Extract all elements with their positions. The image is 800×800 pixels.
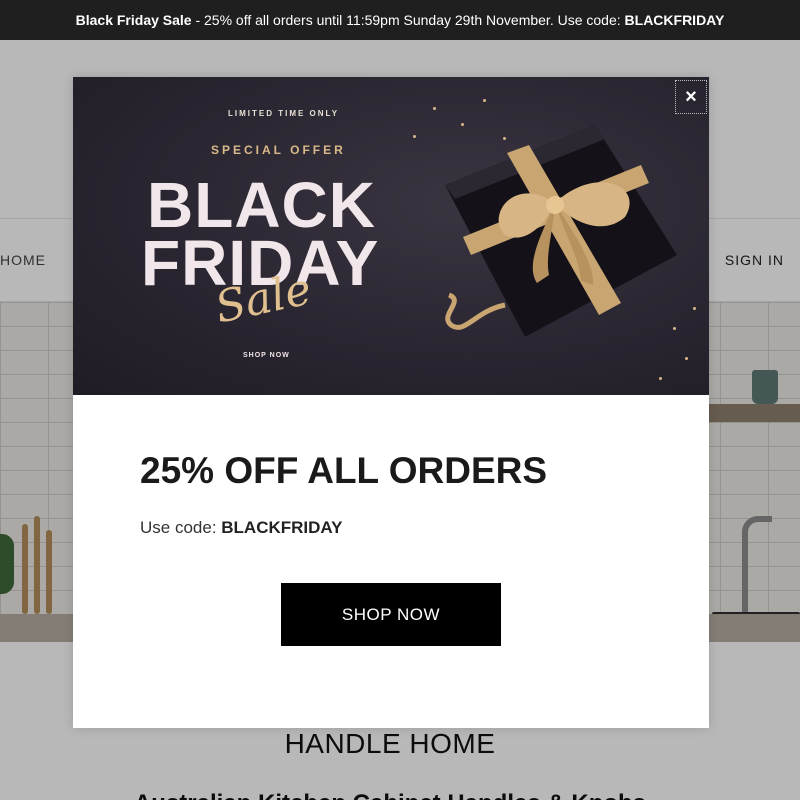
promo-modal: LIMITED TIME ONLY SPECIAL OFFER BLACK FR… — [73, 77, 709, 728]
banner-shop-now-text: SHOP NOW — [243, 352, 290, 359]
shop-now-button[interactable]: SHOP NOW — [281, 583, 501, 646]
announcement-bar: Black Friday Sale - 25% off all orders u… — [0, 0, 800, 40]
close-icon[interactable]: × — [675, 80, 707, 114]
promo-code-line: Use code: BLACKFRIDAY — [140, 518, 342, 538]
banner-limited-text: LIMITED TIME ONLY — [228, 109, 340, 118]
announcement-code: BLACKFRIDAY — [624, 12, 725, 28]
promo-code-prefix: Use code: — [140, 518, 222, 537]
modal-heading: 25% OFF ALL ORDERS — [140, 450, 548, 491]
promo-banner-image: LIMITED TIME ONLY SPECIAL OFFER BLACK FR… — [73, 77, 709, 395]
banner-special-offer: SPECIAL OFFER — [211, 143, 346, 157]
promo-code-value: BLACKFRIDAY — [221, 518, 343, 537]
announcement-text: - 25% off all orders until 11:59pm Sunda… — [191, 12, 625, 28]
gift-box-icon — [445, 125, 677, 337]
announcement-lead: Black Friday Sale — [75, 12, 192, 28]
